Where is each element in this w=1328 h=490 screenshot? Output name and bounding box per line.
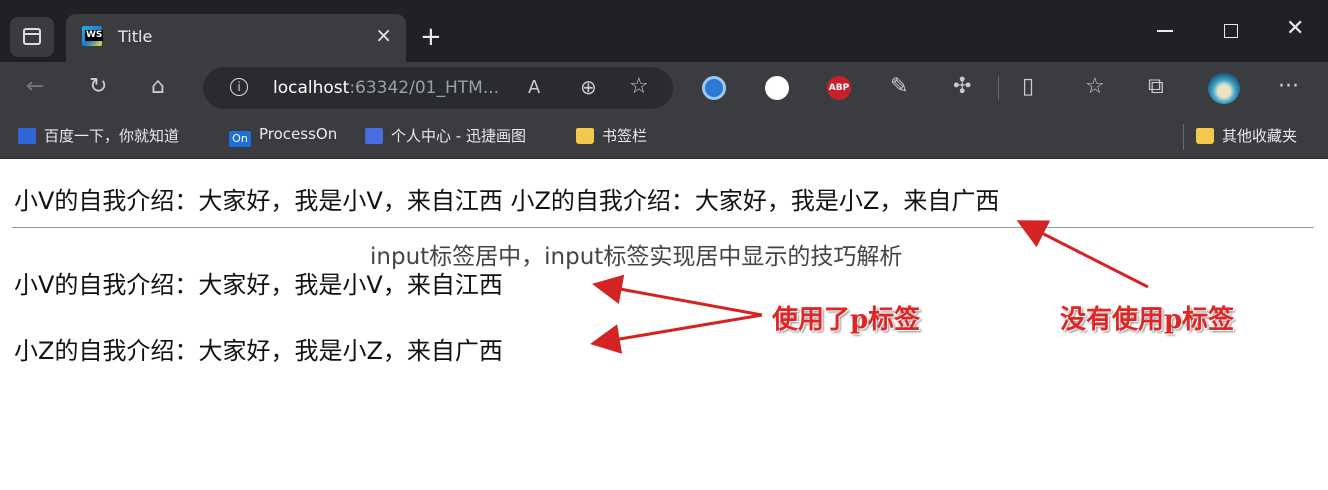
add-favorite-icon[interactable]: ☆	[629, 76, 649, 98]
bookmarks-bar: 百度一下，你就知道 On ProcessOn 个人中心 - 迅捷画图 书签栏 其他…	[0, 114, 1328, 159]
other-favorites[interactable]: 其他收藏夹	[1196, 125, 1297, 146]
arrow-to-line-z	[590, 313, 763, 354]
tab-title: Title	[118, 27, 153, 46]
webstorm-icon	[82, 26, 104, 46]
folder-icon	[1196, 128, 1214, 144]
arrow-to-line1	[1016, 220, 1149, 289]
bookmarks-separator	[1183, 124, 1184, 150]
profile-avatar[interactable]	[1208, 72, 1240, 104]
extension-edge-icon[interactable]	[702, 76, 726, 100]
annotation-arrows	[590, 220, 1149, 354]
baidu-icon	[18, 128, 36, 144]
close-window-button[interactable]: ✕	[1286, 16, 1304, 41]
minimize-button[interactable]	[1157, 30, 1173, 32]
xunjie-icon	[365, 128, 383, 144]
favorites-icon[interactable]: ☆	[1085, 76, 1105, 98]
bookmark-xunjie[interactable]: 个人中心 - 迅捷画图	[365, 125, 526, 146]
refresh-icon[interactable]: ↻	[89, 76, 107, 98]
tab-actions-icon	[23, 28, 41, 45]
zoom-icon[interactable]: ⊕	[580, 76, 597, 98]
bookmark-baidu[interactable]: 百度一下，你就知道	[18, 125, 179, 146]
arrow-to-line-v	[592, 274, 763, 317]
new-tab-button[interactable]: +	[420, 24, 442, 50]
back-icon[interactable]: ←	[26, 76, 44, 98]
more-icon[interactable]: ···	[1278, 76, 1299, 98]
bookmark-processon[interactable]: On ProcessOn	[229, 125, 337, 147]
toolbar: ← ↻ ⌂ i localhost:63342/01_HTM... A ⊕ ☆ …	[0, 62, 1328, 114]
processon-icon: On	[229, 131, 251, 147]
page-content: 小V的自我介绍：大家好，我是小V，来自江西 小Z的自我介绍：大家好，我是小Z，来…	[0, 159, 1328, 490]
url-text[interactable]: localhost:63342/01_HTM...	[273, 78, 499, 98]
extension-json-icon[interactable]	[765, 76, 789, 100]
collections-icon[interactable]: ⧉	[1148, 76, 1164, 98]
extensions-icon[interactable]: ✣	[953, 76, 971, 98]
home-icon[interactable]: ⌂	[151, 76, 165, 98]
toolbar-divider	[998, 76, 999, 100]
tab-active[interactable]: Title ×	[66, 14, 406, 62]
site-info-icon[interactable]: i	[230, 78, 248, 96]
tab-bar: Title × + ✕	[0, 0, 1328, 62]
tab-actions-button[interactable]	[10, 17, 54, 57]
tab-close-button[interactable]: ×	[375, 25, 392, 45]
pen-icon[interactable]: ✎	[890, 76, 908, 98]
address-bar[interactable]: i localhost:63342/01_HTM... A ⊕ ☆	[203, 67, 673, 109]
bookmark-folder[interactable]: 书签栏	[576, 125, 647, 146]
split-screen-icon[interactable]: ▯	[1022, 76, 1034, 98]
folder-icon	[576, 128, 594, 144]
adblock-plus-icon[interactable]: ABP	[827, 76, 851, 100]
maximize-button[interactable]	[1224, 24, 1238, 38]
read-aloud-icon[interactable]: A	[528, 77, 540, 99]
